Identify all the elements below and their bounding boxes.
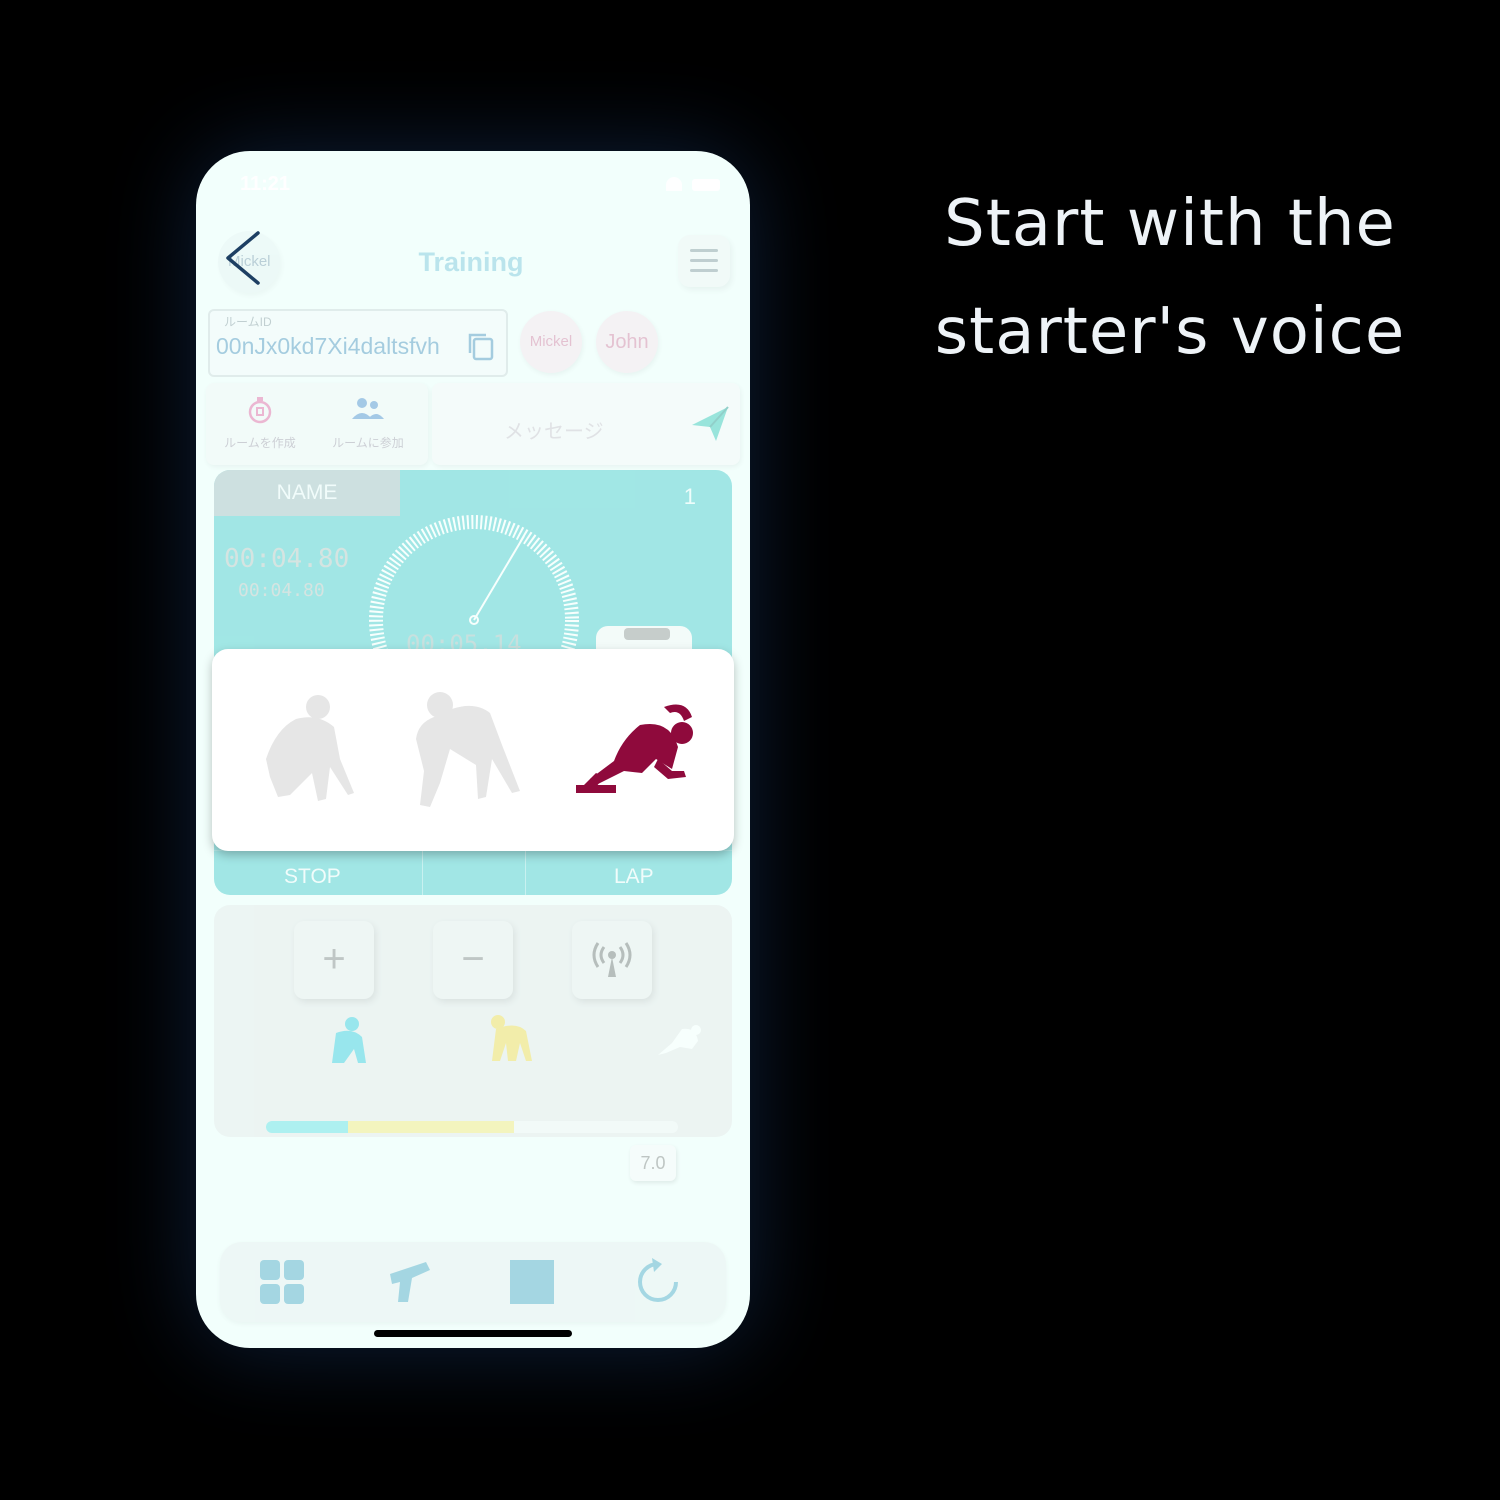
room-id-value: 00nJx0kd7Xi4daltsfvh — [216, 333, 440, 359]
back-chevron-icon[interactable] — [212, 227, 274, 289]
join-room-label: ルームに参加 — [332, 436, 404, 450]
phone-frame: 11:21 Mickel Training ルームID 00nJx0kd7Xi4… — [196, 151, 750, 1348]
bottom-tab-bar — [220, 1242, 726, 1322]
copy-icon[interactable] — [466, 331, 496, 363]
button-divider — [422, 850, 423, 895]
wifi-icon — [666, 177, 682, 191]
on-your-marks-stage-icon — [332, 1017, 366, 1063]
lane-number: 1 — [683, 484, 696, 509]
broadcast-button[interactable] — [572, 921, 652, 999]
sliders-icon-line — [690, 269, 718, 272]
status-time: 11:21 — [240, 173, 291, 195]
on-your-marks-figure-icon — [266, 695, 354, 801]
create-room-label: ルームを作成 — [224, 436, 296, 450]
room-id-field[interactable]: ルームID 00nJx0kd7Xi4daltsfvh — [208, 309, 508, 377]
home-indicator — [374, 1330, 572, 1337]
settings-sliders-button[interactable] — [678, 235, 730, 287]
promo-caption: Start with the starter's voice — [920, 170, 1420, 386]
start-delay-slider[interactable] — [266, 1121, 678, 1133]
caption-line-2: starter's voice — [934, 295, 1406, 369]
stopwatch-icon — [248, 397, 272, 424]
set-figure-icon — [416, 692, 520, 807]
battery-icon — [692, 179, 720, 191]
decrease-button[interactable]: − — [433, 921, 513, 999]
member-avatar-mickel[interactable]: Mickel — [520, 311, 582, 373]
send-icon[interactable] — [690, 403, 730, 443]
create-room-button[interactable]: ルームを作成 — [210, 395, 310, 451]
starter-pistol-icon[interactable] — [386, 1258, 434, 1306]
message-placeholder: メッセージ — [504, 421, 604, 443]
message-input[interactable]: メッセージ — [432, 383, 740, 465]
timer-button-row: STOP LAP — [214, 850, 732, 895]
caption-line-1: Start with the — [944, 187, 1396, 261]
start-stage-overlay — [212, 649, 734, 851]
go-stage-icon — [658, 1025, 701, 1055]
page-title: Training — [418, 247, 524, 277]
slider-value-label: 7.0 — [630, 1145, 676, 1181]
room-id-label: ルームID — [224, 315, 272, 329]
split-time: 00:04.80 — [238, 580, 325, 601]
go-figure-icon — [576, 704, 693, 793]
grid-icon[interactable] — [258, 1258, 306, 1306]
main-time: 00:04.80 — [224, 544, 350, 574]
toggle-knob — [624, 628, 670, 640]
start-controls-card: + − 7.0 — [214, 905, 732, 1181]
stop-square-icon[interactable] — [508, 1258, 556, 1306]
sliders-icon-line — [690, 249, 718, 252]
button-divider — [525, 850, 526, 895]
stop-button[interactable]: STOP — [284, 865, 341, 889]
lap-button[interactable]: LAP — [614, 865, 654, 889]
reset-icon[interactable] — [634, 1258, 682, 1306]
slider-stage-b — [348, 1121, 514, 1133]
set-stage-icon — [491, 1015, 532, 1061]
slider-stage-a — [266, 1121, 348, 1133]
antenna-icon — [592, 942, 632, 977]
member-avatar-john[interactable]: John — [596, 311, 658, 373]
people-icon — [352, 398, 384, 419]
status-icons — [660, 177, 720, 191]
room-actions: ルームを作成 ルームに参加 — [206, 383, 428, 465]
sliders-icon-line — [690, 259, 718, 262]
increase-button[interactable]: + — [294, 921, 374, 999]
header: Mickel Training ルームID 00nJx0kd7Xi4daltsf… — [206, 223, 740, 465]
join-room-button[interactable]: ルームに参加 — [318, 395, 418, 451]
